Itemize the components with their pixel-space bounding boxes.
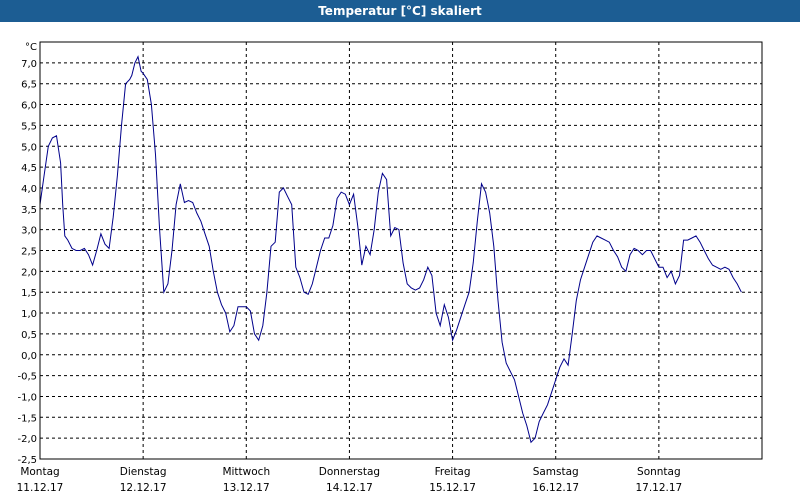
y-tick-label: 7,0	[21, 59, 37, 70]
temperature-chart: -2,5 -2,0 -1,5 -1,0 -0,5 0,0 0,5 1,0 1,5 2,0 2,5 3,…	[17, 41, 763, 494]
x-day-date: 11.12.17	[17, 482, 64, 494]
y-tick-label: 2,0	[21, 267, 37, 278]
chart-area: -2,5 -2,0 -1,5 -1,0 -0,5 0,0 0,5 1,0 1,5 2,0 2,5 3,…	[0, 22, 800, 500]
y-tick-label: 1,0	[21, 309, 37, 320]
x-day-date: 12.12.17	[120, 482, 167, 494]
y-tick-label: 4,5	[21, 163, 37, 174]
y-unit-label: °C	[25, 42, 37, 53]
x-day-date: 15.12.17	[429, 482, 476, 494]
y-tick-label: 1,5	[21, 288, 37, 299]
window-title: Temperatur [°C] skaliert	[0, 0, 800, 22]
y-tick-label: -2,0	[17, 434, 37, 445]
y-axis: -2,5 -2,0 -1,5 -1,0 -0,5 0,0 0,5 1,0 1,5 2,0 2,5 3,…	[17, 42, 37, 466]
y-tick-label: 3,0	[21, 226, 37, 237]
y-tick-label: 5,0	[21, 142, 37, 153]
y-tick-label: 6,0	[21, 101, 37, 112]
y-tick-label: 2,5	[21, 247, 37, 258]
grid	[40, 42, 762, 459]
x-day-date: 16.12.17	[532, 482, 579, 494]
y-tick-label: 4,0	[21, 184, 37, 195]
y-tick-label: -0,5	[17, 372, 37, 383]
x-day-name: Sonntag	[637, 466, 681, 478]
x-day-date: 17.12.17	[635, 482, 682, 494]
y-tick-label: -2,5	[17, 455, 37, 466]
x-day-name: Freitag	[435, 466, 471, 478]
y-tick-label: -1,0	[17, 392, 37, 403]
x-day-name: Montag	[20, 466, 59, 478]
y-tick-label: 6,5	[21, 80, 37, 91]
x-axis: Montag 11.12.17 Dienstag 12.12.17 Mittwoch 13…	[17, 466, 683, 494]
y-tick-label: 0,5	[21, 330, 37, 341]
y-tick-label: 0,0	[21, 351, 37, 362]
x-day-name: Samstag	[533, 466, 579, 478]
y-tick-label: 5,5	[21, 121, 37, 132]
x-day-name: Dienstag	[120, 466, 167, 478]
x-day-name: Donnerstag	[319, 466, 380, 478]
x-day-date: 14.12.17	[326, 482, 373, 494]
y-tick-label: -1,5	[17, 413, 37, 424]
x-day-name: Mittwoch	[222, 466, 270, 478]
y-tick-label: 3,5	[21, 205, 37, 216]
x-day-date: 13.12.17	[223, 482, 270, 494]
